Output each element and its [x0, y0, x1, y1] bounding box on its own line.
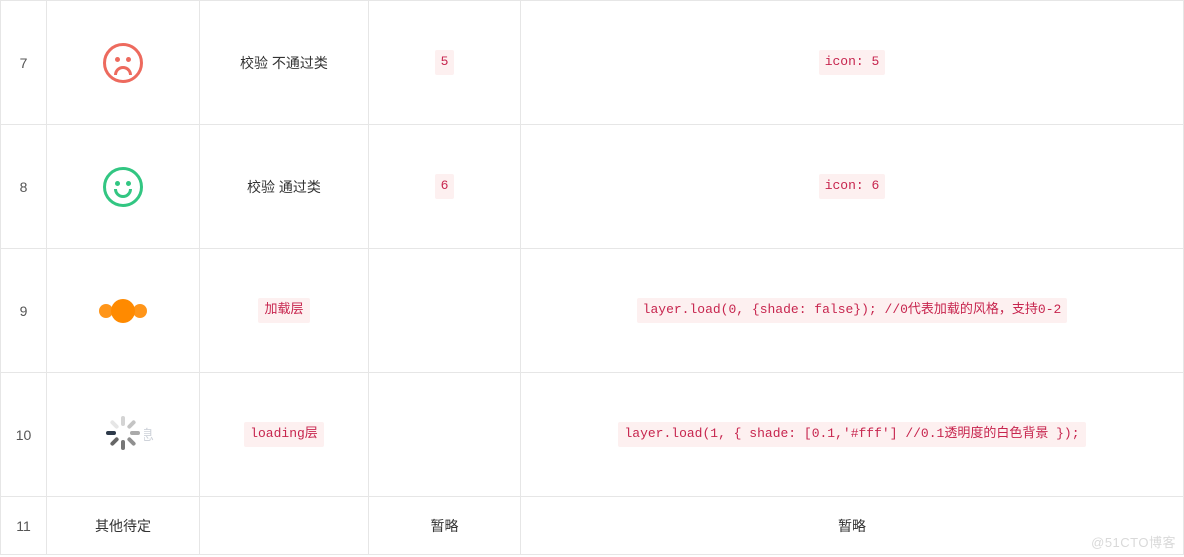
row-number: 7 — [20, 55, 28, 71]
table-row: 11 其他待定 暂略 暂略 — [1, 497, 1184, 555]
row-number: 8 — [20, 179, 28, 195]
row-code: icon: 6 — [819, 174, 886, 199]
table-row: 7 校验 不通过类 5 icon: 5 — [1, 1, 1184, 125]
table-row: 10 息 loading层 layer.load(1, { shade: [0.… — [1, 373, 1184, 497]
row-number: 11 — [16, 518, 31, 534]
row-code: icon: 5 — [819, 50, 886, 75]
table-row: 8 校验 通过类 6 icon: 6 — [1, 125, 1184, 249]
row-icon-text: 其他待定 — [95, 518, 151, 534]
row-number: 10 — [16, 427, 32, 443]
row-name: loading层 — [244, 422, 324, 447]
loading-dots-icon: 示··· — [93, 295, 153, 327]
row-code: 暂略 — [838, 518, 866, 534]
row-value: 6 — [435, 174, 455, 199]
row-code: layer.load(1, { shade: [0.1,'#fff'] //0.… — [618, 422, 1085, 447]
row-name: 校验 通过类 — [247, 179, 321, 195]
sad-face-icon — [103, 43, 143, 83]
table-row: 9 示··· 加载层 layer.load(0, {shade: false})… — [1, 249, 1184, 373]
row-name: 加载层 — [258, 298, 309, 323]
reference-table: 7 校验 不通过类 5 icon: 5 8 — [0, 0, 1184, 555]
smile-face-icon — [103, 167, 143, 207]
row-value: 5 — [435, 50, 455, 75]
row-name: 校验 不通过类 — [240, 55, 328, 71]
row-number: 9 — [20, 303, 28, 319]
row-code: layer.load(0, {shade: false}); //0代表加载的风… — [637, 298, 1068, 323]
loading-spinner-icon: 息 — [102, 414, 144, 455]
row-value: 暂略 — [431, 518, 459, 534]
